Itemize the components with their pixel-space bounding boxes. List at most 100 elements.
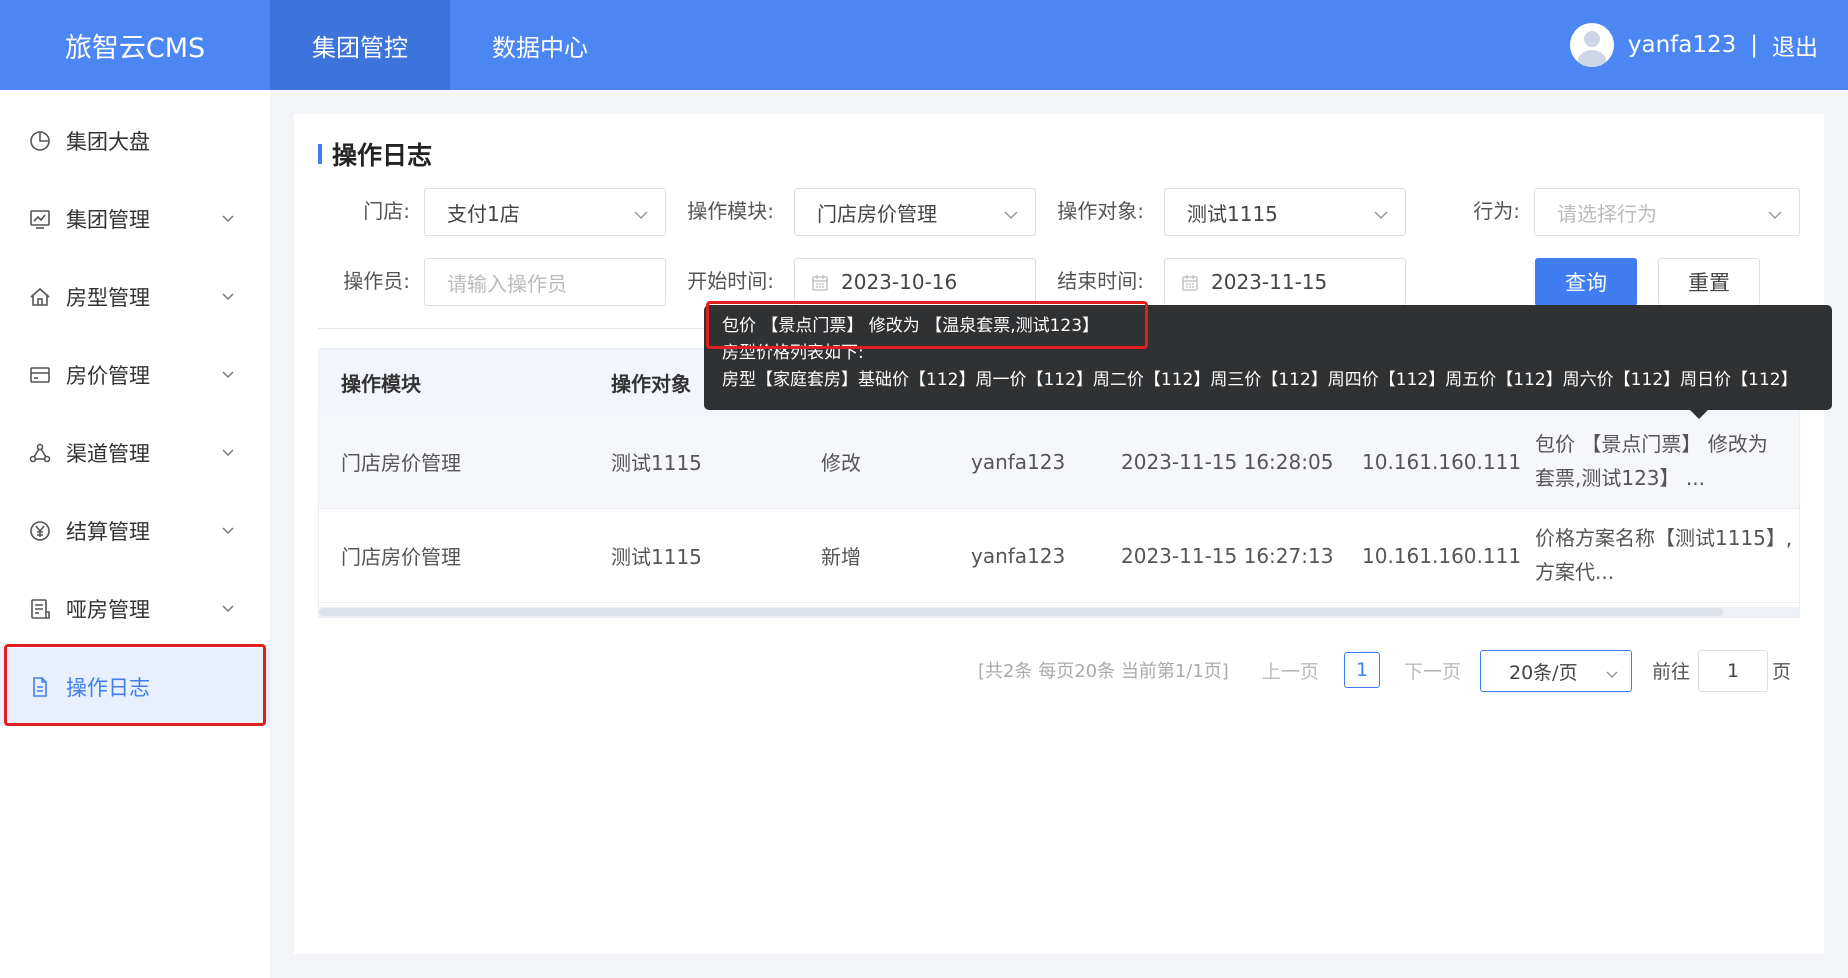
column-header-target[interactable]: 操作对象 bbox=[611, 349, 691, 415]
end-date-picker[interactable]: 2023-11-15 bbox=[1164, 258, 1406, 306]
chevron-down-icon bbox=[1767, 204, 1783, 220]
chevron-down-icon bbox=[220, 522, 236, 538]
reset-button[interactable]: 重置 bbox=[1658, 258, 1760, 306]
goto-page-input[interactable]: 1 bbox=[1698, 650, 1768, 692]
avatar[interactable] bbox=[1569, 23, 1614, 67]
action-label: 行为: bbox=[1473, 199, 1520, 223]
sidebar: 集团大盘 集团管理 房型管理 房价管理 渠道管理 结算管理 哑房管理 操作日志 bbox=[0, 90, 270, 978]
table-row[interactable]: 门店房价管理 测试1115 修改 yanfa123 2023-11-15 16:… bbox=[319, 415, 1799, 509]
sidebar-item-settlement[interactable]: 结算管理 bbox=[0, 492, 270, 570]
home-icon bbox=[28, 285, 52, 309]
chevron-down-icon bbox=[1605, 664, 1619, 679]
cell-target: 测试1115 bbox=[611, 451, 702, 475]
card-icon bbox=[28, 363, 52, 387]
page-title-text: 操作日志 bbox=[332, 141, 433, 170]
sidebar-item-group-dashboard[interactable]: 集团大盘 bbox=[0, 102, 270, 180]
top-nav: 集团管控 数据中心 bbox=[270, 0, 630, 90]
chevron-down-icon bbox=[1373, 204, 1389, 220]
sidebar-item-label: 集团大盘 bbox=[66, 130, 150, 154]
tooltip-line: 房型价格列表如下: bbox=[722, 343, 864, 363]
top-bar: 旅智云CMS 集团管控 数据中心 yanfa123 | 退出 bbox=[0, 0, 1848, 90]
cell-target: 测试1115 bbox=[611, 545, 702, 569]
calendar-icon bbox=[1181, 273, 1199, 291]
store-label: 门店: bbox=[363, 199, 410, 223]
sidebar-item-label: 渠道管理 bbox=[66, 442, 150, 466]
calendar-icon bbox=[811, 273, 829, 291]
target-select[interactable]: 测试1115 bbox=[1164, 188, 1406, 236]
module-select-value: 门店房价管理 bbox=[817, 201, 937, 226]
horizontal-scrollbar[interactable] bbox=[319, 607, 1799, 617]
sidebar-item-label: 结算管理 bbox=[66, 520, 150, 544]
start-date-value: 2023-10-16 bbox=[841, 270, 958, 294]
cell-time: 2023-11-15 16:27:13 bbox=[1121, 543, 1334, 568]
sidebar-item-room-type[interactable]: 房型管理 bbox=[0, 258, 270, 336]
operator-input-placeholder: 请输入操作员 bbox=[447, 271, 567, 296]
username[interactable]: yanfa123 bbox=[1628, 32, 1736, 58]
chevron-down-icon bbox=[1003, 204, 1019, 220]
chevron-down-icon bbox=[633, 204, 649, 220]
monitor-chart-icon bbox=[28, 207, 52, 231]
sidebar-item-label: 房价管理 bbox=[66, 364, 150, 388]
table-row[interactable]: 门店房价管理 测试1115 新增 yanfa123 2023-11-15 16:… bbox=[319, 509, 1799, 603]
sidebar-item-label: 哑房管理 bbox=[66, 598, 150, 622]
cell-module: 门店房价管理 bbox=[341, 451, 461, 475]
cell-description[interactable]: 包价 【景点门票】 修改为 套票,测试123】 ... bbox=[1535, 415, 1795, 508]
description-tooltip: 包价 【景点门票】 修改为 【温泉套票,测试123】 房型价格列表如下: 房型【… bbox=[704, 305, 1832, 419]
store-select-value: 支付1店 bbox=[447, 201, 520, 226]
scrollbar-thumb[interactable] bbox=[319, 608, 1723, 616]
page-size-select[interactable]: 20条/页 bbox=[1480, 650, 1632, 692]
cell-description-line: 包价 【景点门票】 修改为 bbox=[1535, 432, 1768, 456]
page-number-current[interactable]: 1 bbox=[1344, 652, 1380, 688]
column-header-module[interactable]: 操作模块 bbox=[341, 349, 421, 415]
store-select[interactable]: 支付1店 bbox=[424, 188, 666, 236]
target-label: 操作对象: bbox=[1057, 199, 1144, 223]
query-button[interactable]: 查询 bbox=[1535, 258, 1637, 306]
tooltip-line: 包价 【景点门票】 修改为 【温泉套票,测试123】 bbox=[722, 316, 1100, 336]
chevron-down-icon bbox=[220, 288, 236, 304]
nav-data-center[interactable]: 数据中心 bbox=[450, 0, 630, 90]
sidebar-item-group-management[interactable]: 集团管理 bbox=[0, 180, 270, 258]
action-select[interactable]: 请选择行为 bbox=[1534, 188, 1800, 236]
prev-page-button[interactable]: 上一页 bbox=[1262, 650, 1319, 690]
network-icon bbox=[28, 441, 52, 465]
module-select[interactable]: 门店房价管理 bbox=[794, 188, 1036, 236]
separator: | bbox=[1750, 32, 1758, 58]
next-page-button[interactable]: 下一页 bbox=[1404, 650, 1461, 690]
chevron-down-icon bbox=[220, 444, 236, 460]
cell-operator: yanfa123 bbox=[971, 449, 1066, 474]
document-icon bbox=[28, 675, 52, 699]
cell-ip: 10.161.160.111 bbox=[1362, 543, 1522, 568]
sidebar-item-label: 操作日志 bbox=[66, 676, 150, 700]
cell-time: 2023-11-15 16:28:05 bbox=[1121, 449, 1334, 474]
goto-suffix: 页 bbox=[1772, 660, 1792, 683]
yen-icon bbox=[28, 519, 52, 543]
tooltip-line: 房型【家庭套房】基础价【112】周一价【112】周二价【112】周三价【112】… bbox=[722, 370, 1798, 390]
brand-logo[interactable]: 旅智云CMS bbox=[0, 0, 270, 90]
sidebar-item-label: 集团管理 bbox=[66, 208, 150, 232]
start-date-picker[interactable]: 2023-10-16 bbox=[794, 258, 1036, 306]
chevron-down-icon bbox=[220, 600, 236, 616]
goto-label: 前往 bbox=[1652, 660, 1691, 683]
main-panel: 操作日志 门店: 支付1店 操作模块: 门店房价管理 操作对象: 测试1115 … bbox=[294, 114, 1824, 954]
cell-description[interactable]: 价格方案名称【测试1115】, 方案代... bbox=[1535, 509, 1795, 602]
user-box: yanfa123 | 退出 bbox=[1569, 0, 1818, 90]
cell-module: 门店房价管理 bbox=[341, 545, 461, 569]
sidebar-item-operation-log[interactable]: 操作日志 bbox=[0, 648, 270, 726]
nav-group-control[interactable]: 集团管控 bbox=[270, 0, 450, 90]
cell-ip: 10.161.160.111 bbox=[1362, 449, 1522, 474]
end-time-label: 结束时间: bbox=[1057, 269, 1144, 293]
cell-description-line: 价格方案名称【测试1115】, bbox=[1535, 526, 1793, 550]
target-select-value: 测试1115 bbox=[1187, 201, 1278, 226]
title-accent-bar bbox=[318, 144, 322, 164]
logout-link[interactable]: 退出 bbox=[1772, 28, 1818, 62]
sidebar-item-dummy-room[interactable]: 哑房管理 bbox=[0, 570, 270, 648]
operator-input[interactable]: 请输入操作员 bbox=[424, 258, 666, 306]
sidebar-item-room-price[interactable]: 房价管理 bbox=[0, 336, 270, 414]
cell-description-line: 方案代... bbox=[1535, 560, 1615, 584]
end-date-value: 2023-11-15 bbox=[1211, 270, 1328, 294]
chevron-down-icon bbox=[220, 210, 236, 226]
module-label: 操作模块: bbox=[687, 199, 774, 223]
cell-operator: yanfa123 bbox=[971, 543, 1066, 568]
sidebar-item-channel[interactable]: 渠道管理 bbox=[0, 414, 270, 492]
start-time-label: 开始时间: bbox=[687, 269, 774, 293]
